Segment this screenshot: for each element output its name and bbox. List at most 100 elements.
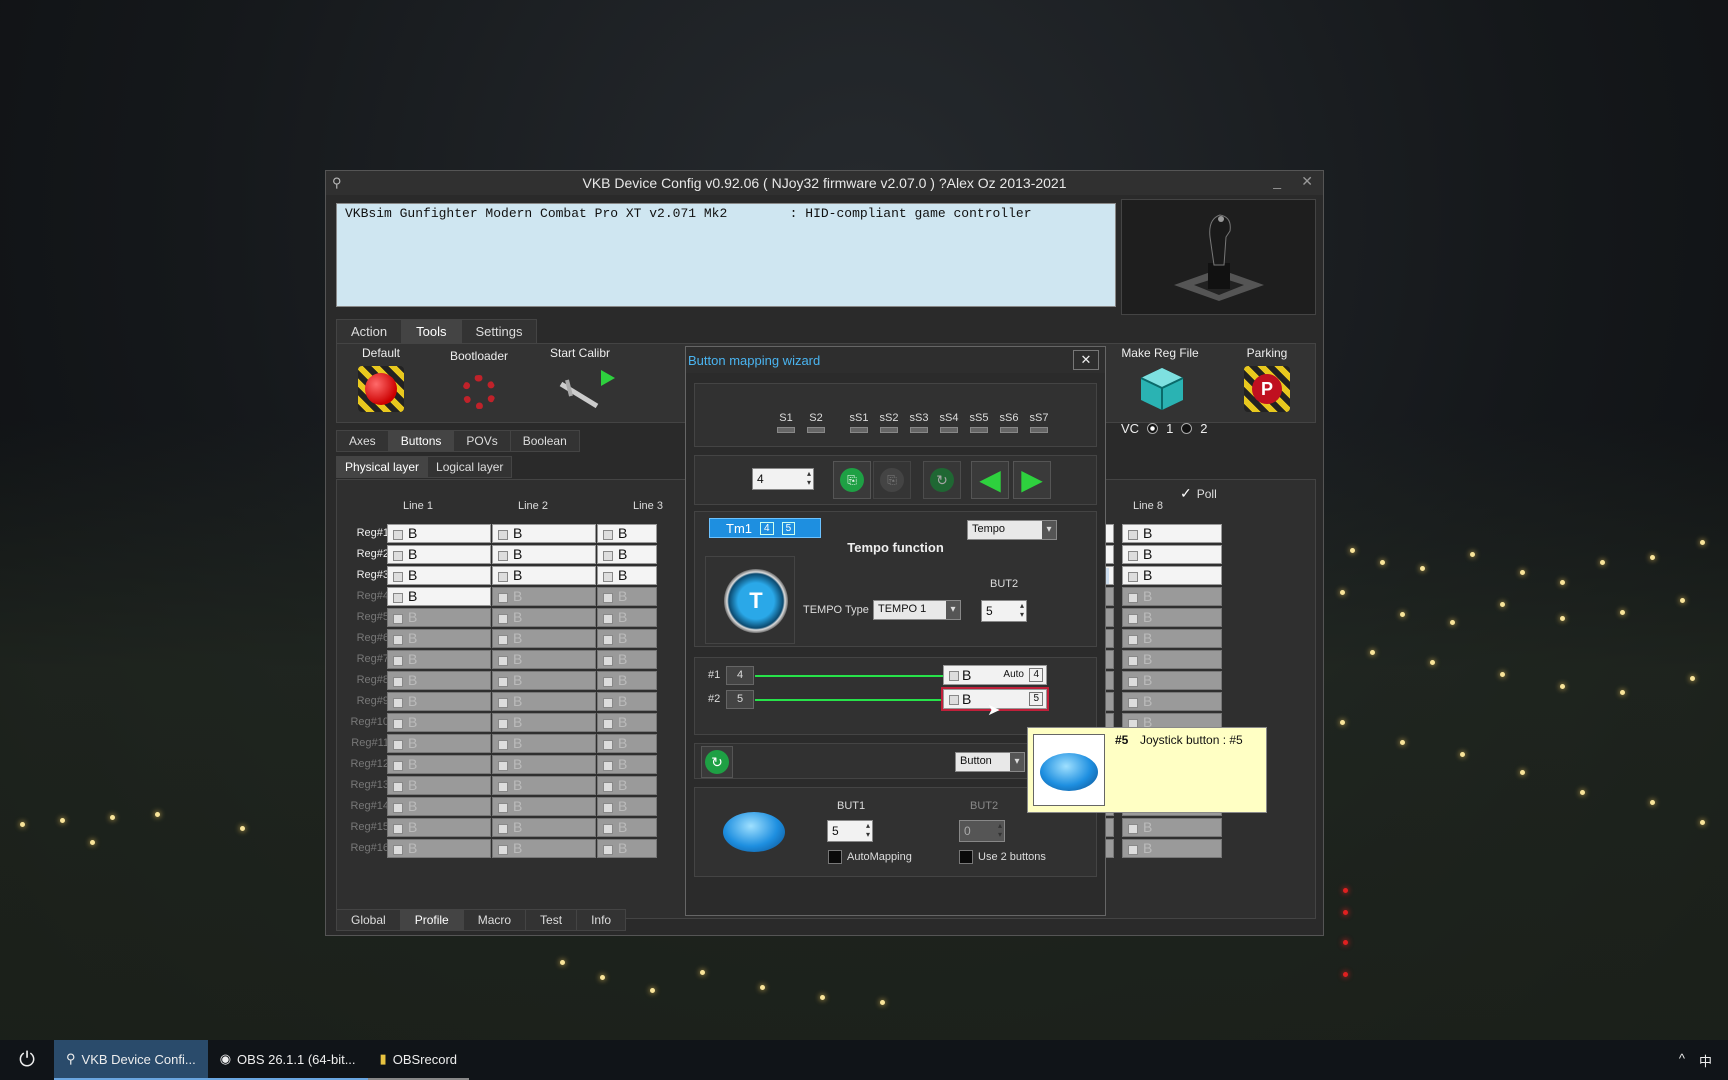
tab-tools[interactable]: Tools [401, 319, 462, 344]
paste-button[interactable]: ⎘ [873, 461, 911, 499]
button-cell[interactable]: B [387, 776, 491, 795]
device-list[interactable]: VKBsim Gunfighter Modern Combat Pro XT v… [336, 203, 1116, 307]
button-cell[interactable]: B [492, 524, 596, 543]
button-cell[interactable]: B [1122, 629, 1222, 648]
button-cell[interactable]: B [387, 587, 491, 606]
title-bar[interactable]: ⚲ VKB Device Config v0.92.06 ( NJoy32 fi… [326, 171, 1323, 195]
make-reg-file-button[interactable]: Make Reg File [1105, 346, 1215, 412]
button-cell[interactable]: B [492, 608, 596, 627]
button-cell[interactable]: B [597, 713, 657, 732]
counter-spinner[interactable]: 4 [752, 468, 814, 490]
button-cell[interactable]: B [492, 797, 596, 816]
taskbar-item-vkb[interactable]: ⚲ VKB Device Confi... [54, 1040, 208, 1080]
button-cell[interactable]: B [387, 755, 491, 774]
close-button[interactable]: ✕ [1301, 173, 1313, 190]
apply-refresh-button[interactable]: ↻ [701, 746, 733, 778]
tab-profile[interactable]: Profile [399, 909, 464, 931]
use2-checkbox[interactable] [959, 850, 973, 864]
tab-info[interactable]: Info [576, 909, 627, 931]
button-cell[interactable]: B [492, 671, 596, 690]
button-cell[interactable]: B [387, 608, 491, 627]
button-cell[interactable]: B [597, 566, 657, 585]
button-cell[interactable]: B [387, 839, 491, 858]
button-cell[interactable]: B [1122, 566, 1222, 585]
button-cell[interactable]: B [492, 776, 596, 795]
button-cell[interactable]: B [492, 755, 596, 774]
button-cell[interactable]: B [387, 629, 491, 648]
parking-button[interactable]: Parking P [1217, 346, 1317, 412]
automapping-checkbox[interactable] [828, 850, 842, 864]
button-cell[interactable]: B [1122, 839, 1222, 858]
button-cell[interactable]: B [597, 692, 657, 711]
button-cell[interactable]: B [387, 524, 491, 543]
button-cell[interactable]: B [387, 713, 491, 732]
button-cell[interactable]: B [387, 734, 491, 753]
tempo-but2-spinner[interactable]: 5 [981, 600, 1027, 622]
device-item[interactable]: VKBsim Gunfighter Modern Combat Pro XT v… [345, 206, 1032, 221]
button-cell[interactable]: B [492, 818, 596, 837]
button-cell[interactable]: B [597, 545, 657, 564]
tray-expand[interactable]: ^ [1679, 1051, 1685, 1070]
start-button[interactable]: ⏻ [0, 1040, 54, 1080]
tab-settings[interactable]: Settings [460, 319, 538, 344]
button-cell[interactable]: B [597, 524, 657, 543]
start-calibr-button[interactable]: Start Calibr [530, 346, 630, 412]
button-cell[interactable]: B [1122, 818, 1222, 837]
default-button[interactable]: Default [331, 346, 431, 412]
tab-boolean[interactable]: Boolean [509, 430, 580, 452]
button-cell[interactable]: B [387, 671, 491, 690]
bootloader-button[interactable]: Bootloader [429, 346, 529, 415]
button-cell[interactable]: B [492, 650, 596, 669]
button-cell[interactable]: B [387, 818, 491, 837]
tempo-type-combo[interactable]: TEMPO 1 [873, 600, 961, 620]
next-button[interactable]: ▶ [1013, 461, 1051, 499]
button-cell[interactable]: B [1122, 524, 1222, 543]
button-cell[interactable]: B [1122, 608, 1222, 627]
copy-button[interactable]: ⎘ [833, 461, 871, 499]
row1-cell[interactable]: B Auto 4 [943, 665, 1047, 685]
button-cell[interactable]: B [387, 797, 491, 816]
poll-checkbox[interactable]: ✓ [1180, 485, 1192, 502]
tab-povs[interactable]: POVs [453, 430, 511, 452]
prev-button[interactable]: ◀ [971, 461, 1009, 499]
taskbar-item-obs[interactable]: ◉ OBS 26.1.1 (64-bit... [207, 1040, 368, 1080]
tab-action[interactable]: Action [336, 319, 403, 344]
taskbar-item-obsrecord[interactable]: ▮ OBSrecord [367, 1040, 470, 1080]
button-cell[interactable]: B [387, 566, 491, 585]
tab-test[interactable]: Test [525, 909, 578, 931]
wizard-close-button[interactable]: ✕ [1073, 350, 1099, 370]
button-cell[interactable]: B [597, 671, 657, 690]
tab-axes[interactable]: Axes [336, 430, 389, 452]
vc-radio-2[interactable] [1181, 423, 1193, 434]
button-cell[interactable]: B [597, 587, 657, 606]
button-cell[interactable]: B [1122, 650, 1222, 669]
button-cell[interactable]: B [1122, 671, 1222, 690]
tab-macro[interactable]: Macro [462, 909, 527, 931]
button-cell[interactable]: B [1122, 692, 1222, 711]
button-cell[interactable]: B [492, 839, 596, 858]
button-cell[interactable]: B [492, 692, 596, 711]
button-cell[interactable]: B [597, 734, 657, 753]
button-cell[interactable]: B [597, 839, 657, 858]
button-cell[interactable]: B [597, 755, 657, 774]
button-cell[interactable]: B [492, 587, 596, 606]
mode-combo[interactable]: Tempo [967, 520, 1057, 540]
tray-ime[interactable]: 中 [1699, 1051, 1712, 1070]
button-cell[interactable]: B [492, 713, 596, 732]
tab-physical-layer[interactable]: Physical layer [336, 456, 429, 478]
button-cell[interactable]: B [387, 545, 491, 564]
button-cell[interactable]: B [597, 608, 657, 627]
button-type-combo[interactable]: Button [955, 752, 1025, 772]
tab-logical-layer[interactable]: Logical layer [427, 456, 513, 478]
button-cell[interactable]: B [597, 629, 657, 648]
button-cell[interactable]: B [387, 650, 491, 669]
button-cell[interactable]: B [492, 734, 596, 753]
button-cell[interactable]: B [492, 566, 596, 585]
but2-spinner[interactable]: 0 [959, 820, 1005, 842]
but1-spinner[interactable]: 5 [827, 820, 873, 842]
button-cell[interactable]: B [1122, 545, 1222, 564]
button-cell[interactable]: B [597, 797, 657, 816]
tm-badge[interactable]: Tm1 4 5 [709, 518, 821, 538]
button-cell[interactable]: B [492, 545, 596, 564]
button-cell[interactable]: B [597, 650, 657, 669]
